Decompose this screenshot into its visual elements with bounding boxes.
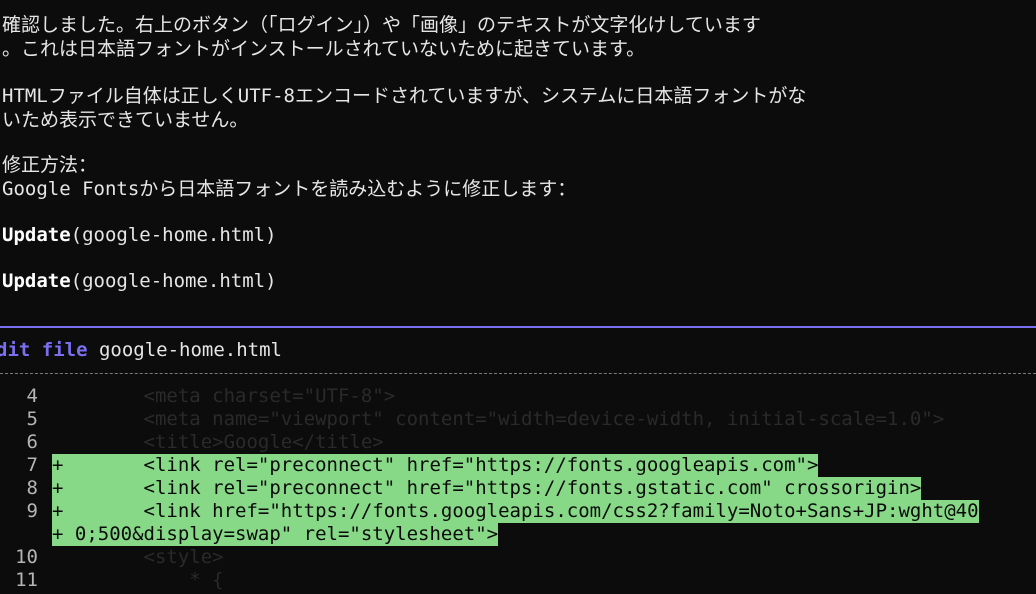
edit-file-header: dit file google-home.html xyxy=(0,338,282,362)
code-text: + 0;500&display=swap" rel="stylesheet"> xyxy=(52,523,499,546)
code-text: * { xyxy=(52,569,224,591)
diff-context-line: 5 <meta name="viewport" content="width=d… xyxy=(0,408,1036,431)
edit-action-label: dit file xyxy=(0,339,88,361)
message-line: 。これは日本語フォントがインストールされていないために起きています。 xyxy=(2,38,646,60)
tool-call-name: Update xyxy=(2,224,71,246)
message-line: いため表示できていません。 xyxy=(2,109,249,131)
edit-filename: google-home.html xyxy=(98,339,282,361)
code-text: <meta name="viewport" content="width=dev… xyxy=(52,408,945,430)
line-number: 8 xyxy=(26,477,38,499)
diff-context-line: 6 <title>Google</title> xyxy=(0,431,1036,454)
tool-call-update: Update(google-home.html) xyxy=(2,270,277,293)
message-line: Google Fontsから日本語フォントを読み込むように修正します： xyxy=(2,178,577,200)
message-line: 確認しました。右上のボタン（「ログイン」）や「画像」のテキストが文字化けしていま… xyxy=(2,14,761,36)
code-text: <meta charset="UTF-8"> xyxy=(52,385,396,407)
dashed-divider xyxy=(0,373,1036,374)
line-number: 11 xyxy=(15,569,38,591)
code-text: + <link rel="preconnect" href="https://f… xyxy=(52,454,819,477)
code-text: + <link rel="preconnect" href="https://f… xyxy=(52,477,922,500)
tool-call-update: Update(google-home.html) xyxy=(2,224,277,247)
code-text: + <link href="https://fonts.googleapis.c… xyxy=(52,500,979,523)
diff-added-line: 8 + <link rel="preconnect" href="https://… xyxy=(0,477,1036,500)
line-number: 9 xyxy=(26,500,38,522)
tool-call-name: Update xyxy=(2,270,71,292)
diff-context-line: 4 <meta charset="UTF-8"> xyxy=(0,385,1036,408)
code-text: <style> xyxy=(52,546,224,568)
diff-context-line: 10 <style> xyxy=(0,546,1036,569)
line-number: 4 xyxy=(26,385,38,407)
tool-call-arg: (google-home.html) xyxy=(70,224,277,246)
diff-added-line: 7 + <link rel="preconnect" href="https://… xyxy=(0,454,1036,477)
message-line: HTMLファイル自体は正しくUTF-8エンコードされていますが、システムに日本語… xyxy=(2,85,807,107)
line-number: 7 xyxy=(26,454,38,476)
section-heading: 修正方法： xyxy=(2,154,98,176)
diff-added-line: + 0;500&display=swap" rel="stylesheet"> xyxy=(0,523,1036,546)
code-text: <title>Google</title> xyxy=(52,431,384,453)
diff-added-line: 9 + <link href="https://fonts.googleapis.… xyxy=(0,500,1036,523)
diff-context-line: 11 * { xyxy=(0,569,1036,592)
line-number: 10 xyxy=(15,546,38,568)
line-number: 5 xyxy=(26,408,38,430)
tool-call-arg: (google-home.html) xyxy=(70,270,277,292)
panel-divider xyxy=(0,326,1036,328)
line-number: 6 xyxy=(26,431,38,453)
